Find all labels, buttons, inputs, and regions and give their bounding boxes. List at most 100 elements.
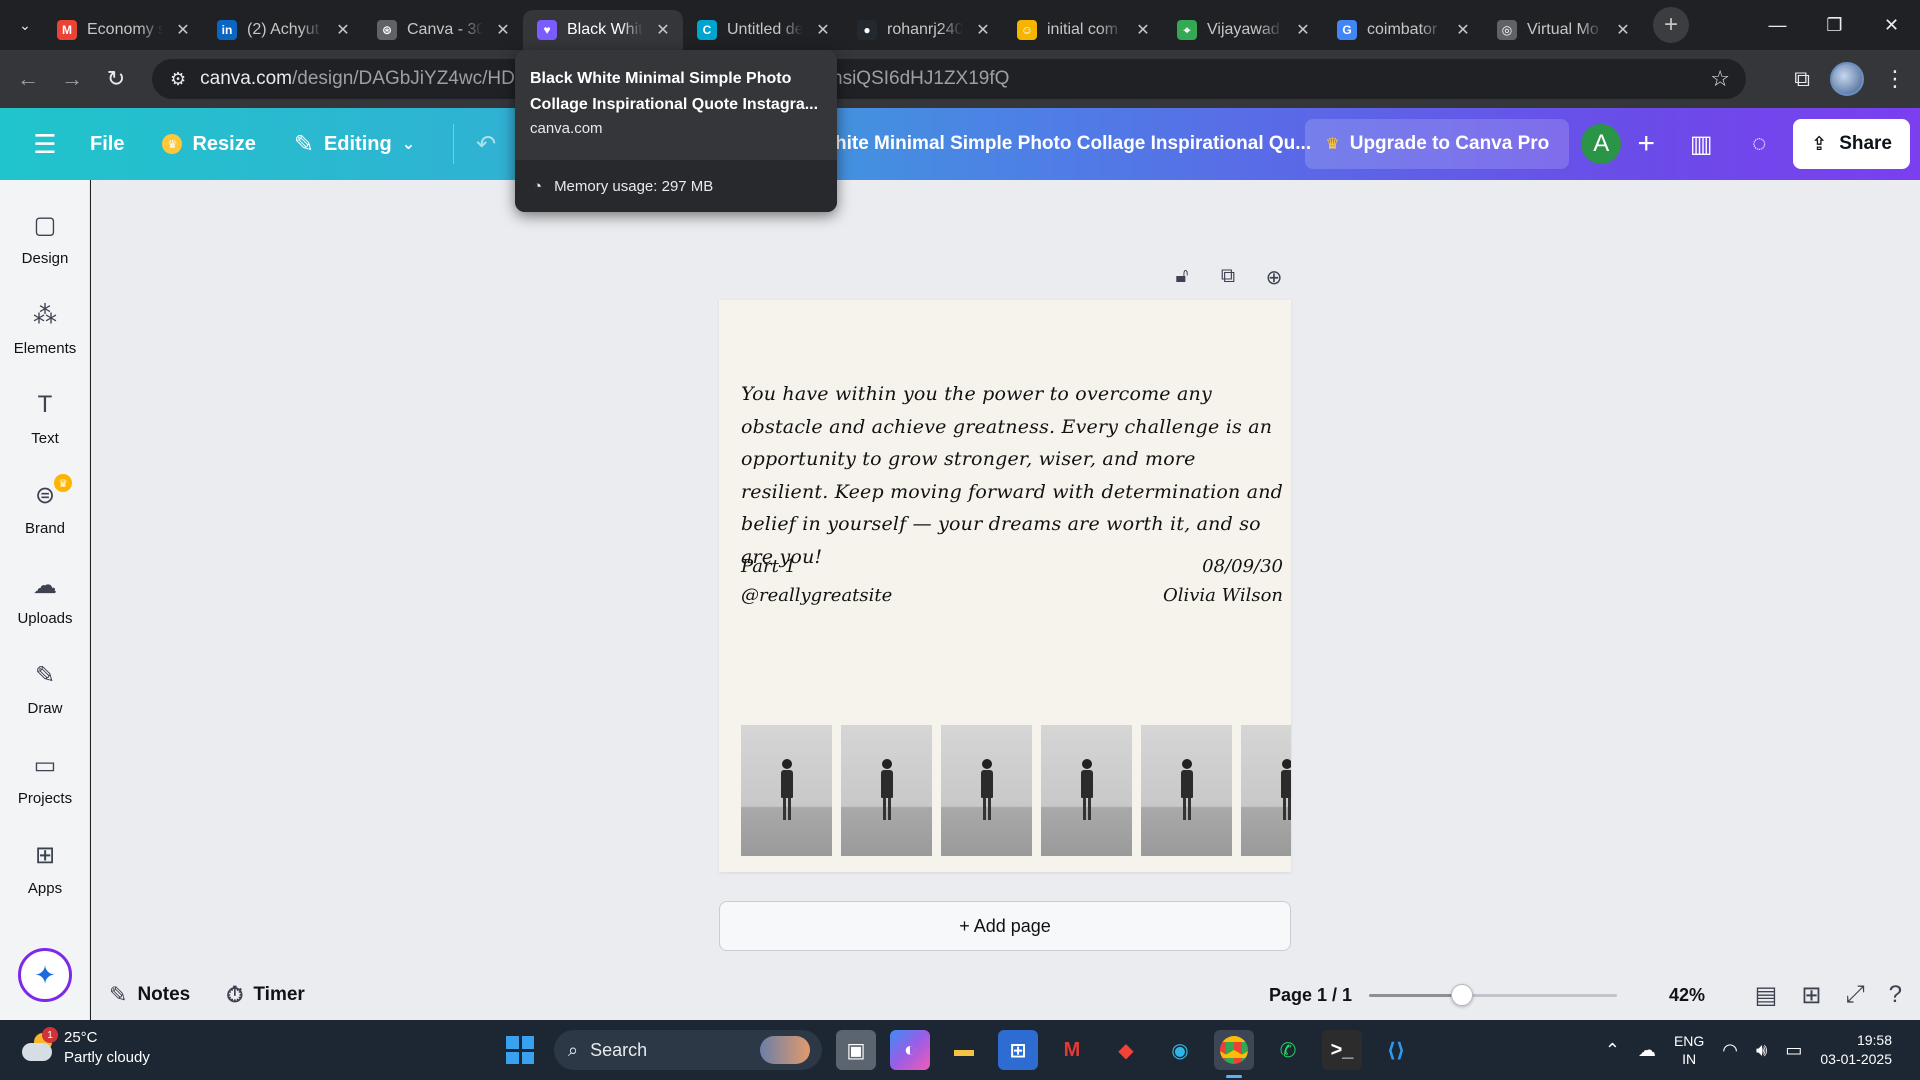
quote-text[interactable]: You have within you the power to overcom… [741, 378, 1286, 573]
comment-icon[interactable]: ◌ [1735, 119, 1783, 169]
zoom-slider[interactable] [1369, 984, 1617, 1006]
hamburger-menu-icon[interactable]: ☰ [0, 129, 90, 160]
forward-button[interactable]: → [52, 59, 92, 99]
minimize-button[interactable]: — [1749, 0, 1806, 50]
sidebar-item-design[interactable]: ▢ Design [0, 210, 90, 290]
whatsapp-icon[interactable]: ✆ [1268, 1030, 1308, 1070]
photo-strip[interactable] [741, 725, 1291, 856]
browser-tab[interactable]: ⊛ Canva - 30 ✕ [363, 10, 523, 50]
resize-button[interactable]: ♛ Resize [162, 133, 256, 156]
weather-widget[interactable]: 1 25°C Partly cloudy [20, 1027, 150, 1068]
copilot-icon[interactable]: ◐ [890, 1030, 930, 1070]
close-tab-icon[interactable]: ✕ [1453, 20, 1473, 40]
restore-button[interactable]: ❐ [1806, 0, 1863, 50]
help-icon[interactable]: ? [1889, 981, 1902, 1010]
tab-search-button[interactable]: ⌄ [7, 7, 43, 43]
close-tab-icon[interactable]: ✕ [333, 20, 353, 40]
photo-frame[interactable] [741, 725, 832, 856]
browser-tab[interactable]: C Untitled de ✕ [683, 10, 843, 50]
browser-tab[interactable]: ● rohanrj240 ✕ [843, 10, 1003, 50]
close-tab-icon[interactable]: ✕ [493, 20, 513, 40]
vscode-icon[interactable]: ⟨⟩ [1376, 1030, 1416, 1070]
microsoft-store-icon[interactable]: ⊞ [998, 1030, 1038, 1070]
duplicate-page-icon[interactable]: ⧉ [1215, 265, 1241, 290]
close-window-button[interactable]: ✕ [1863, 0, 1920, 50]
close-tab-icon[interactable]: ✕ [1133, 20, 1153, 40]
sidebar-item-elements[interactable]: ⁂ Elements [0, 300, 90, 380]
browser-tab[interactable]: ◎ Virtual Mo ✕ [1483, 10, 1643, 50]
share-button[interactable]: ⇪ Share [1793, 119, 1910, 169]
timer-button[interactable]: ⏱︎ Timer [226, 982, 305, 1008]
meta-left[interactable]: Part 1 @reallygreatsite [741, 552, 892, 610]
add-page-icon[interactable]: ⊕ [1261, 265, 1287, 290]
system-clock[interactable]: 19:58 03-01-2025 [1820, 1031, 1892, 1069]
sidebar-item-draw[interactable]: ✎ Draw [0, 660, 90, 740]
user-avatar[interactable]: A [1581, 124, 1622, 164]
sidebar-item-apps[interactable]: ⊞ Apps [0, 840, 90, 920]
photo-frame[interactable] [1041, 725, 1132, 856]
browser-tab[interactable]: M Economy s ✕ [43, 10, 203, 50]
zoom-level[interactable]: 42% [1669, 985, 1705, 1006]
task-view-icon[interactable]: ▣ [836, 1030, 876, 1070]
editing-mode-button[interactable]: ✎ Editing ⌄ [294, 130, 415, 159]
pages-view-icon[interactable]: ▤ [1755, 981, 1778, 1010]
address-bar[interactable]: ⚙ canva.com/design/DAGbJiYZ4wc/HDowB nsi… [152, 59, 1746, 99]
show-hidden-icons-chevron[interactable]: ⌃ [1605, 1040, 1620, 1061]
document-title[interactable]: hite Minimal Simple Photo Collage Inspir… [835, 133, 1311, 155]
file-menu[interactable]: File [90, 133, 124, 156]
add-page-button[interactable]: + Add page [719, 901, 1291, 951]
mcafee-icon[interactable]: M [1052, 1030, 1092, 1070]
add-collaborator-icon[interactable]: + [1631, 119, 1661, 169]
close-tab-icon[interactable]: ✕ [173, 20, 193, 40]
terminal-icon[interactable]: >_ [1322, 1030, 1362, 1070]
reload-button[interactable]: ↻ [96, 59, 136, 99]
profile-avatar[interactable] [1830, 62, 1864, 96]
taskbar-search[interactable]: ⌕ Search [554, 1030, 822, 1070]
browser-tab[interactable]: in (2) Achyut ✕ [203, 10, 363, 50]
back-button[interactable]: ← [8, 59, 48, 99]
upgrade-button[interactable]: ♛ Upgrade to Canva Pro [1305, 119, 1570, 169]
page-indicator[interactable]: Page 1 / 1 [1269, 985, 1352, 1006]
zoom-slider-handle[interactable] [1451, 984, 1473, 1006]
onedrive-cloud-icon[interactable]: ☁ [1638, 1040, 1656, 1061]
meta-right[interactable]: 08/09/30 Olivia Wilson [1163, 552, 1283, 610]
chrome-icon[interactable] [1214, 1030, 1254, 1078]
browser-tab[interactable]: Gcoimbator ✕ [1323, 10, 1483, 50]
close-tab-icon[interactable]: ✕ [973, 20, 993, 40]
photo-frame[interactable] [841, 725, 932, 856]
bookmark-star-icon[interactable]: ☆ [1710, 66, 1730, 92]
grid-view-icon[interactable]: ⊞ [1801, 981, 1821, 1010]
volume-icon[interactable]: 🔊︎ [1756, 1040, 1767, 1061]
notes-button[interactable]: ✎ Notes [109, 982, 190, 1008]
file-explorer-icon[interactable]: ▬ [944, 1030, 984, 1070]
browser-tab[interactable]: ☺ initial com ✕ [1003, 10, 1163, 50]
close-tab-icon[interactable]: ✕ [1613, 20, 1633, 40]
close-tab-icon[interactable]: ✕ [813, 20, 833, 40]
new-tab-button[interactable]: + [1653, 7, 1689, 43]
wifi-icon[interactable]: ◠ [1722, 1040, 1738, 1061]
insights-chart-icon[interactable]: ▥ [1677, 119, 1725, 169]
design-page[interactable]: You have within you the power to overcom… [719, 300, 1291, 872]
sidebar-item-uploads[interactable]: ☁ Uploads [0, 570, 90, 650]
language-indicator[interactable]: ENG IN [1674, 1032, 1704, 1068]
windows-start-icon[interactable] [500, 1030, 540, 1070]
browser-tab[interactable]: ♥ Black Whit ✕ [523, 10, 683, 50]
extensions-icon[interactable]: ⧉ [1794, 66, 1810, 92]
anydesk-icon[interactable]: ◆ [1106, 1030, 1146, 1070]
sidebar-item-brand[interactable]: ⊜ Brand ♛ [0, 474, 90, 560]
photo-frame[interactable] [941, 725, 1032, 856]
close-tab-icon[interactable]: ✕ [1293, 20, 1313, 40]
battery-icon[interactable]: ▭ [1785, 1040, 1802, 1061]
photo-frame[interactable] [1141, 725, 1232, 856]
browser-menu-icon[interactable]: ⋮ [1884, 66, 1906, 92]
photo-frame[interactable] [1241, 725, 1291, 856]
fullscreen-icon[interactable]: ⤢ [1845, 981, 1864, 1010]
close-tab-icon[interactable]: ✕ [653, 20, 673, 40]
site-info-icon[interactable]: ⚙ [170, 69, 186, 90]
edge-icon[interactable]: ◉ [1160, 1030, 1200, 1070]
magic-sparkle-icon[interactable]: ✦ [18, 948, 72, 1002]
lock-icon[interactable]: 🔓︎ [1169, 265, 1195, 290]
sidebar-item-text[interactable]: T Text [0, 390, 90, 470]
sidebar-item-projects[interactable]: ▭ Projects [0, 750, 90, 830]
browser-tab[interactable]: ⌖ Vijayawad ✕ [1163, 10, 1323, 50]
